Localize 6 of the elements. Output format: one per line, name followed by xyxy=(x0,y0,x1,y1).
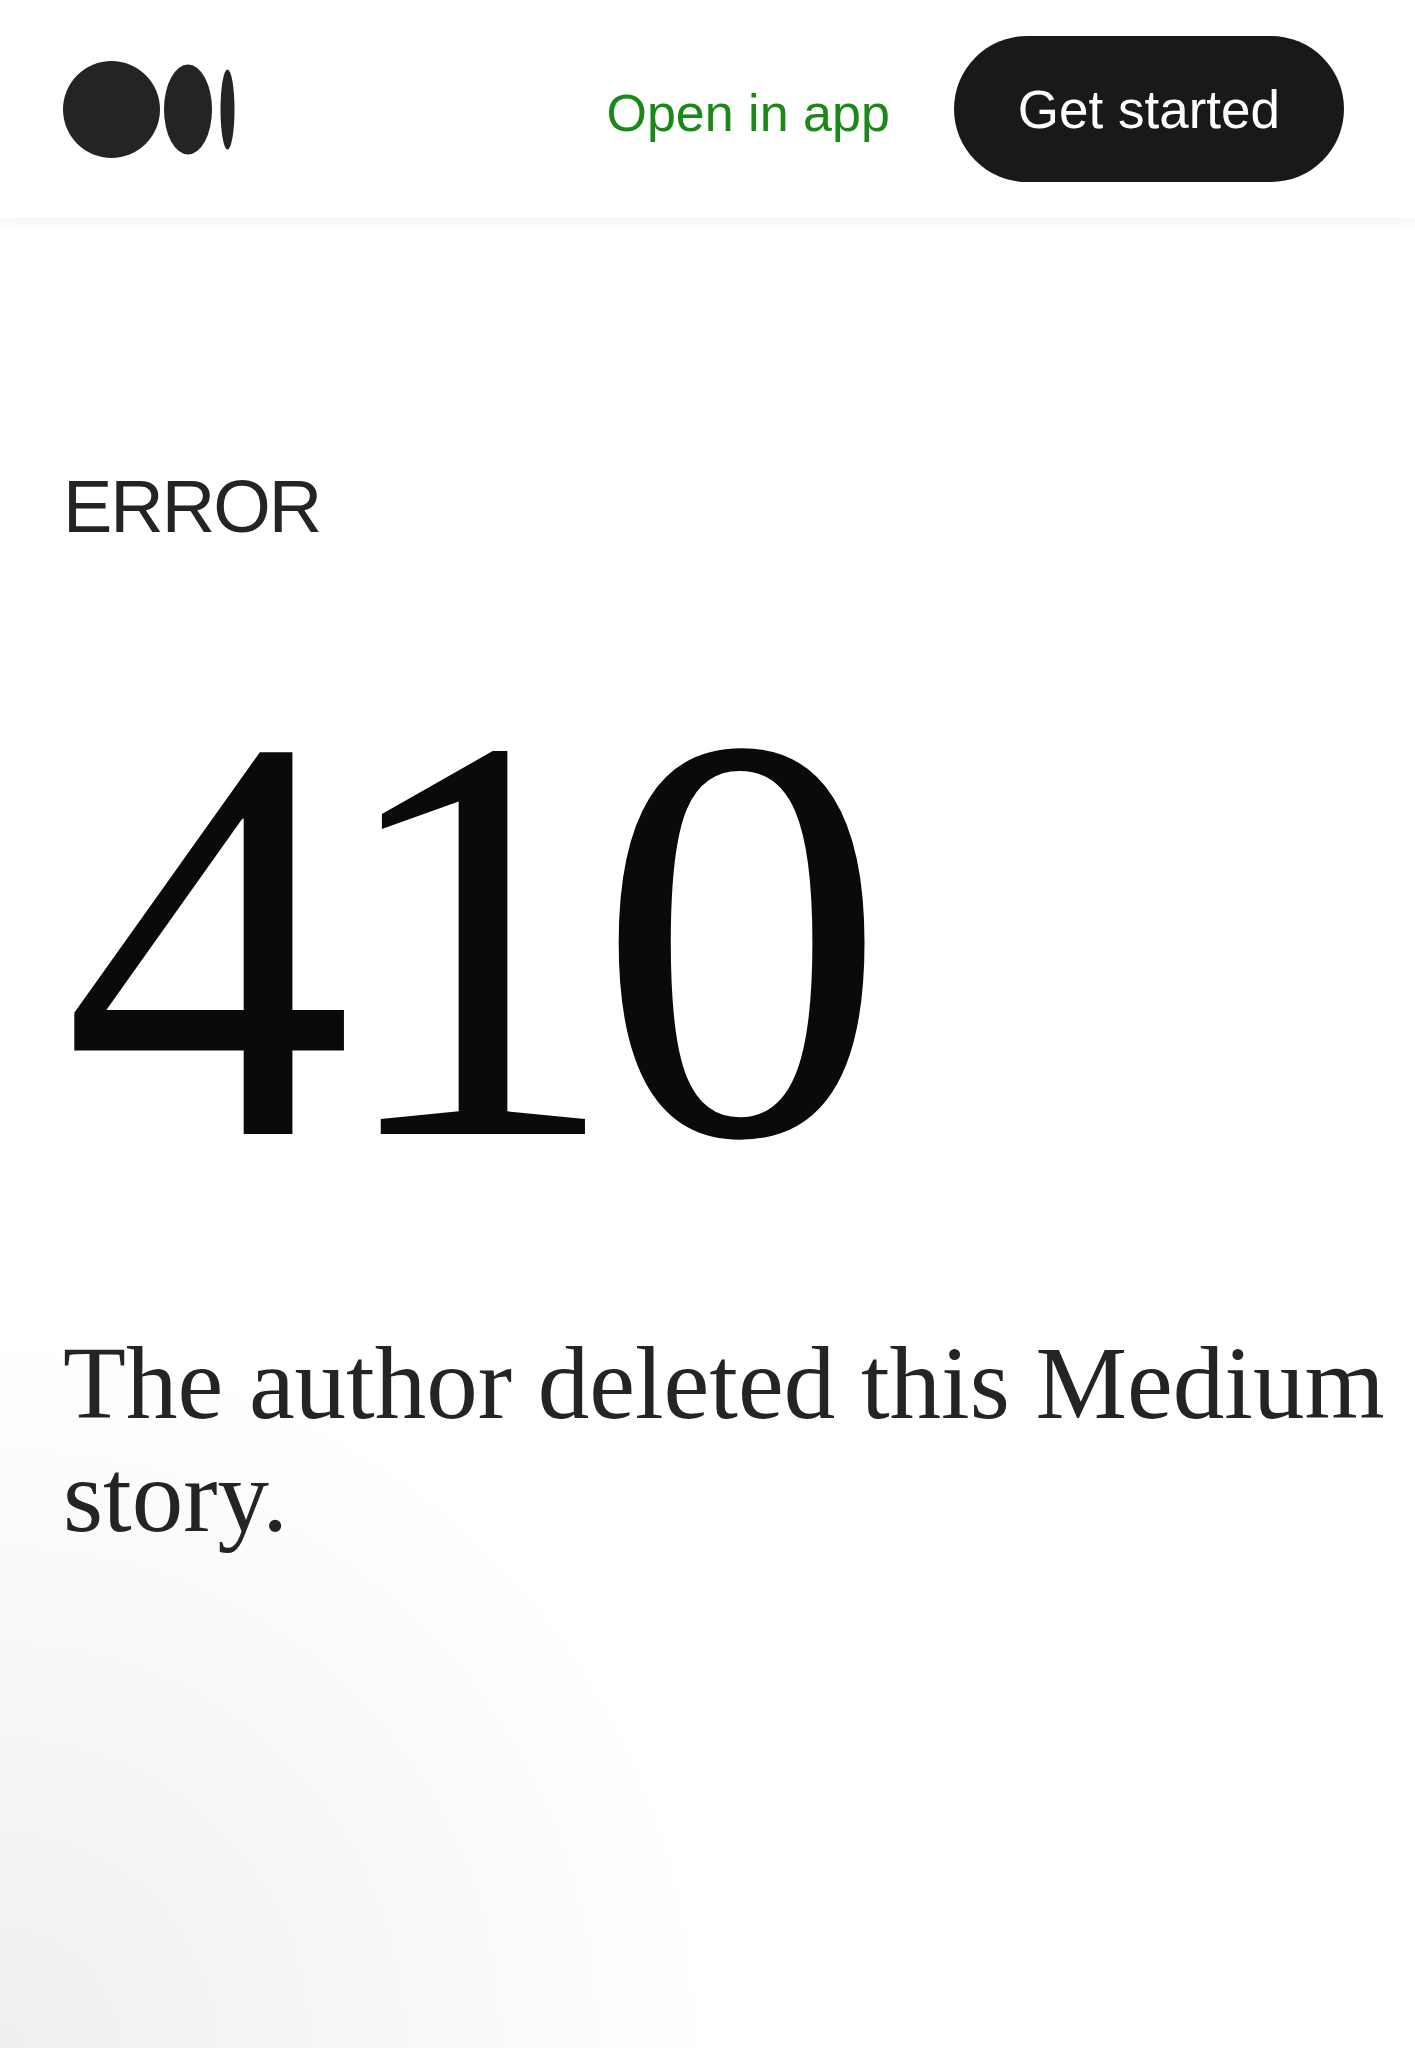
open-in-app-link[interactable]: Open in app xyxy=(606,81,890,145)
error-code: 410 xyxy=(63,647,864,1228)
get-started-button[interactable]: Get started xyxy=(953,36,1344,182)
error-message: The author deleted this Medium story. xyxy=(63,1326,1386,1553)
error-label: ERROR xyxy=(63,464,322,550)
logo-icon[interactable] xyxy=(63,60,235,158)
